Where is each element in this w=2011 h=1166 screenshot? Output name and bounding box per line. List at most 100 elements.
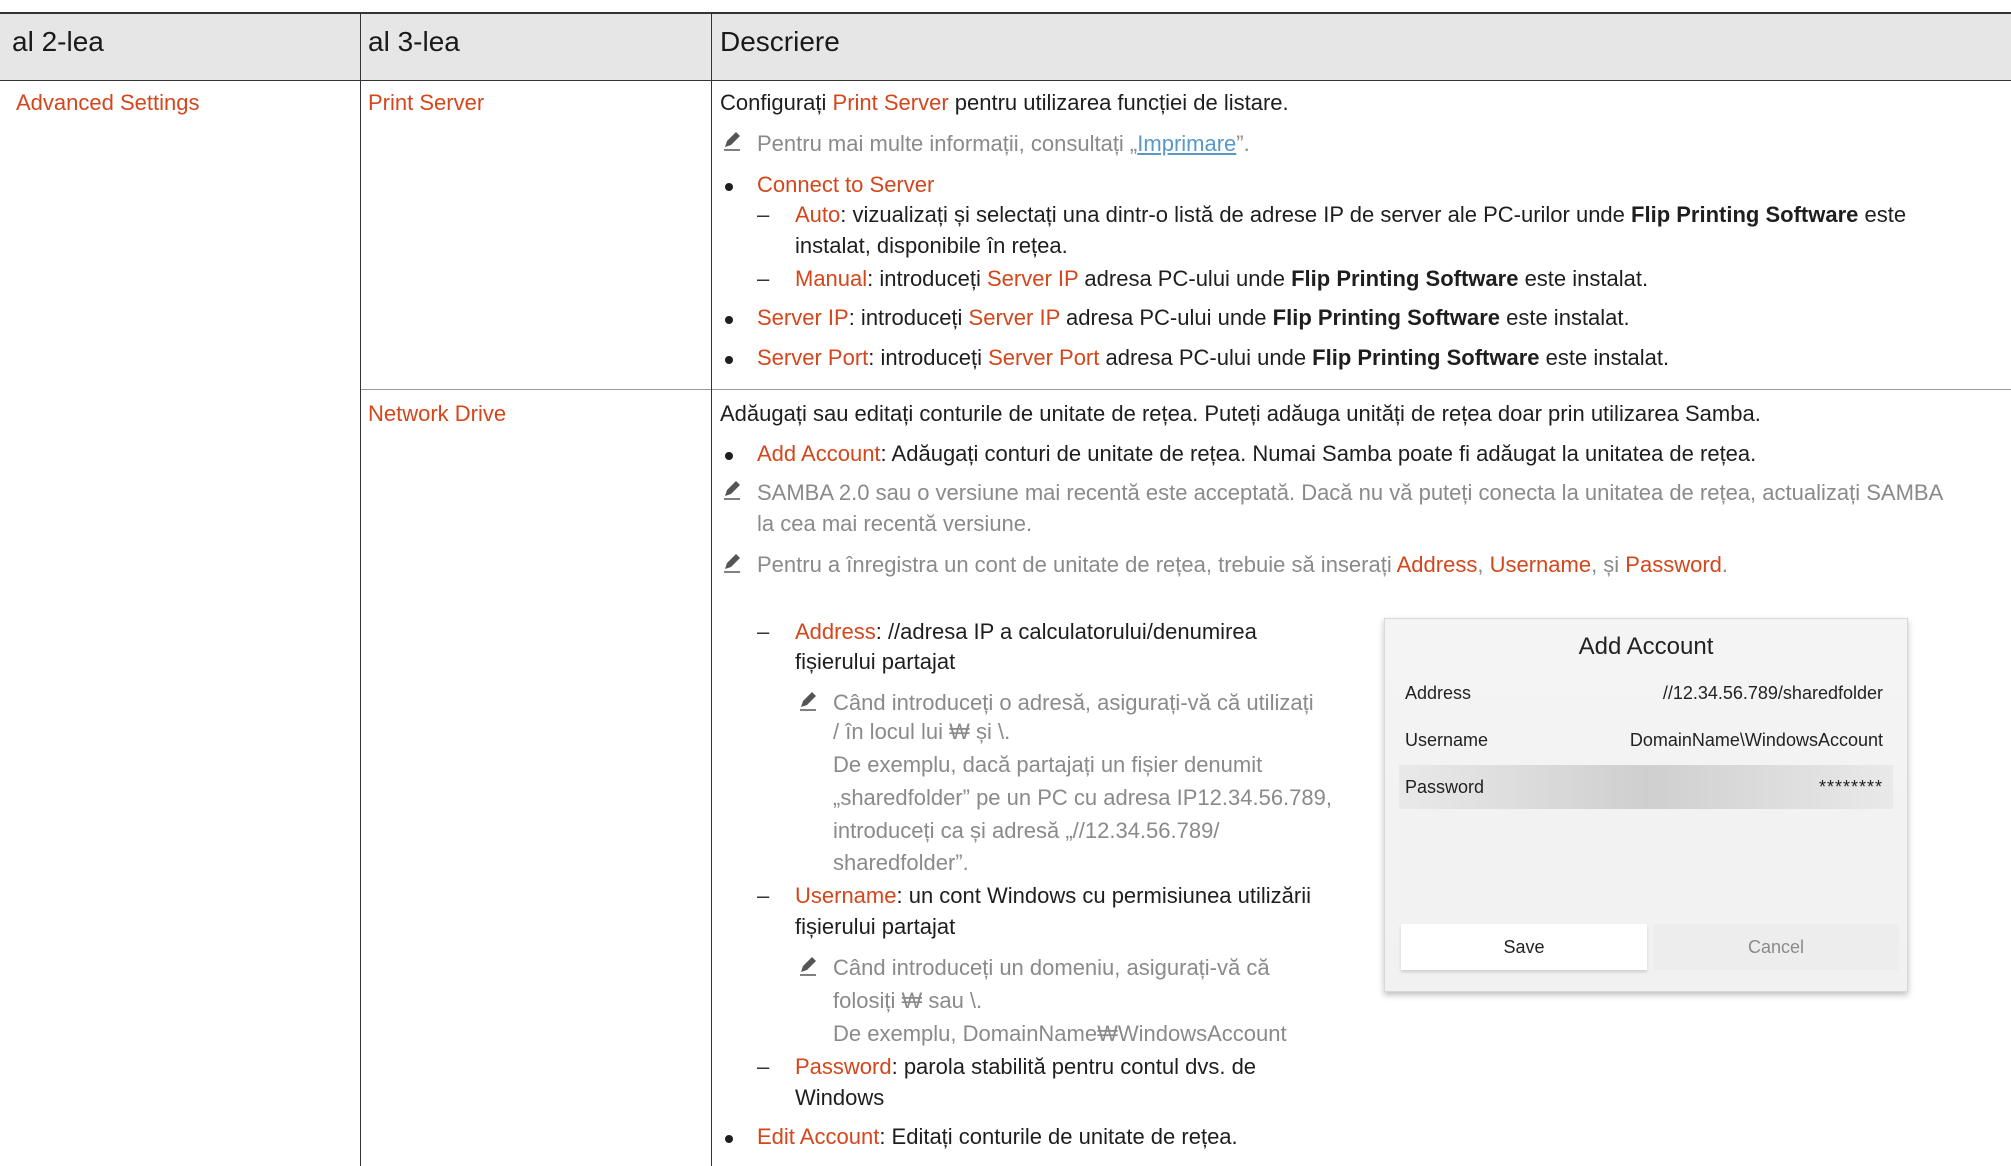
samba-note-line2: la cea mai recentă versiune. — [757, 511, 1033, 536]
address-note-4: „sharedfolder” pe un PC cu adresa IP12.3… — [833, 785, 1332, 810]
row-divider — [360, 389, 2011, 390]
imprimare-link[interactable]: Imprimare — [1137, 131, 1236, 156]
pencil-icon — [724, 481, 740, 500]
username-note-2: folosiți ₩ sau \. — [833, 988, 983, 1013]
address-label: Address — [1405, 683, 1472, 703]
text: este — [1858, 202, 1907, 227]
term: Address — [795, 619, 876, 644]
connect-to-server-label: Connect to Server — [757, 172, 935, 197]
auto-option-line1: Auto: vizualizați și selectați una dintr… — [795, 202, 1906, 228]
term: Username — [1489, 552, 1592, 577]
username-line1: Username: un cont Windows cu permisiunea… — [795, 883, 1311, 909]
network-drive-intro: Adăugați sau editați conturile de unitat… — [720, 401, 1761, 426]
dialog-title: Add Account — [1578, 633, 1714, 660]
dash: – — [757, 883, 770, 908]
term: Auto — [795, 202, 841, 227]
text: ”. — [1236, 131, 1250, 156]
term: Password — [1625, 552, 1722, 577]
cancel-button[interactable]: Cancel — [1653, 924, 1899, 970]
text: : //adresa IP a calculatorului/denumirea — [875, 619, 1257, 644]
text: Configurați — [720, 90, 833, 115]
dash: – — [757, 619, 770, 644]
save-button[interactable]: Save — [1401, 924, 1647, 970]
bullet — [725, 316, 733, 324]
term: Username — [795, 883, 897, 908]
pencil-icon — [800, 957, 816, 976]
password-value: ******** — [1818, 777, 1883, 797]
pencil-icon — [724, 132, 740, 151]
text: : Adăugați conturi de unitate de rețea. … — [880, 441, 1757, 466]
text: : introduceți — [867, 266, 987, 291]
pencil-icon — [724, 554, 740, 573]
term: Server IP — [968, 305, 1060, 330]
password-label: Password — [1405, 777, 1485, 797]
address-value: //12.34.56.789/sharedfolder — [1662, 683, 1883, 703]
term: Address — [1396, 552, 1478, 577]
text: este instalat. — [1518, 266, 1649, 291]
advanced-settings-label: Advanced Settings — [16, 90, 200, 115]
register-note: Pentru a înregistra un cont de unitate d… — [757, 552, 1728, 578]
password-line1: Password: parola stabilită pentru contul… — [795, 1054, 1256, 1080]
password-line2: Windows — [795, 1085, 885, 1110]
auto-option-line2: instalat, disponibile în rețea. — [795, 233, 1068, 258]
address-note-5: introduceți ca și adresă „//12.34.56.789… — [833, 818, 1220, 843]
column-divider-2 — [711, 13, 712, 1166]
text: este instalat. — [1539, 345, 1670, 370]
term: Server IP — [757, 305, 849, 330]
server-port-item: Server Port: introduceți Server Port adr… — [757, 345, 1669, 371]
header-col-3rd-level: al 3-lea — [368, 26, 460, 57]
text: , și — [1591, 552, 1626, 577]
text: , — [1477, 552, 1490, 577]
term: Password — [795, 1054, 892, 1079]
address-note-1: Când introduceți o adresă, asigurați-vă … — [833, 690, 1314, 715]
add-account-item: Add Account: Adăugați conturi de unitate… — [757, 441, 1756, 467]
dialog-password-row[interactable]: Password ******** — [1399, 765, 1893, 809]
username-line2: fișierului partajat — [795, 914, 956, 939]
bullet — [725, 183, 733, 191]
dash: – — [757, 202, 770, 227]
header-col-2nd-level: al 2-lea — [12, 26, 104, 57]
print-server-description: Configurați Print Server pentru utilizar… — [720, 90, 1289, 116]
dash: – — [757, 1054, 770, 1079]
table-top-border — [0, 12, 2011, 14]
column-divider-1 — [360, 13, 361, 1166]
header-bottom-border — [0, 80, 2011, 81]
username-note-3: De exemplu, DomainName₩WindowsAccount — [833, 1021, 1287, 1046]
print-server-label: Print Server — [368, 90, 485, 115]
network-drive-label: Network Drive — [368, 401, 507, 426]
software-name: Flip Printing Software — [1631, 202, 1859, 227]
bullet — [725, 356, 733, 364]
term: Server IP — [987, 266, 1079, 291]
text: : parola stabilită pentru contul dvs. de — [891, 1054, 1257, 1079]
term: Print Server — [832, 90, 949, 115]
address-note-2: / în locul lui ₩ și \. — [833, 719, 1011, 744]
term: Add Account — [757, 441, 881, 466]
term: Manual — [795, 266, 868, 291]
dialog-username-row[interactable]: Username DomainName\WindowsAccount — [1405, 718, 1883, 762]
print-server-note: Pentru mai multe informații, consultați … — [757, 131, 1250, 157]
text: adresa PC-ului unde — [1059, 305, 1273, 330]
text: adresa PC-ului unde — [1078, 266, 1292, 291]
text: Pentru mai multe informații, consultați … — [757, 131, 1138, 156]
server-ip-item: Server IP: introduceți Server IP adresa … — [757, 305, 1630, 331]
header-col-description: Descriere — [720, 26, 840, 57]
username-label: Username — [1405, 730, 1489, 750]
samba-note-line1: SAMBA 2.0 sau o versiune mai recentă est… — [757, 480, 1944, 505]
pencil-icon — [800, 692, 816, 711]
username-note-1: Când introduceți un domeniu, asigurați-v… — [833, 955, 1270, 980]
software-name: Flip Printing Software — [1272, 305, 1500, 330]
dialog-address-row[interactable]: Address //12.34.56.789/sharedfolder — [1405, 671, 1883, 715]
address-note-3: De exemplu, dacă partajați un fișier den… — [833, 752, 1263, 777]
text: : vizualizați și selectați una dintr-o l… — [840, 202, 1632, 227]
address-note-6: sharedfolder”. — [833, 850, 969, 875]
text: Pentru a înregistra un cont de unitate d… — [757, 552, 1397, 577]
bullet — [725, 1135, 733, 1143]
term: Server Port — [757, 345, 869, 370]
text: : introduceți — [848, 305, 969, 330]
dash: – — [757, 266, 770, 291]
text: pentru utilizarea funcției de listare. — [948, 90, 1289, 115]
text: . — [1721, 552, 1729, 577]
text: adresa PC-ului unde — [1099, 345, 1313, 370]
username-value: DomainName\WindowsAccount — [1629, 730, 1883, 750]
text: : introduceți — [868, 345, 989, 370]
